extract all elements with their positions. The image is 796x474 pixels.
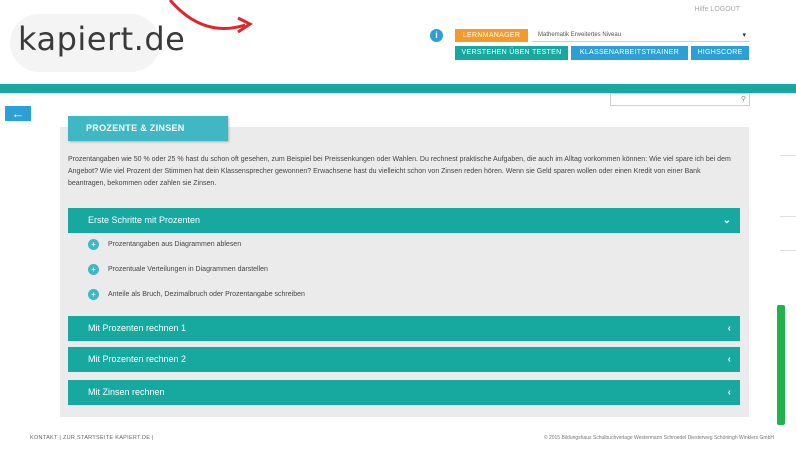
search-icon[interactable]: ⚲ [741,95,746,103]
section-title: Mit Prozenten rechnen 2 [88,354,187,364]
nav-highscore[interactable]: HIGHSCORE [691,46,749,60]
top-links[interactable]: Hilfe LOGOUT [694,6,740,13]
plus-circle-icon: + [88,289,99,300]
nav-klassenarbeitstrainer[interactable]: KLASSENARBEITSTRAINER [571,46,688,60]
section-header-prozente-rechnen-2[interactable]: Mit Prozenten rechnen 2 ‹ [68,347,740,372]
search-input[interactable]: ⚲ [610,93,750,106]
section-header-prozente-rechnen-1[interactable]: Mit Prozenten rechnen 1 ‹ [68,316,740,341]
list-item-label: Anteile als Bruch, Dezimalbruch oder Pro… [108,291,305,298]
list-item-label: Prozentuale Verteilungen in Diagrammen d… [108,266,268,273]
level-select[interactable]: Mathematik Erweitertes Niveau ▾ [532,29,750,42]
topic-intro: Prozentangaben wie 50 % oder 25 % hast d… [68,156,731,187]
header-band [0,84,796,93]
divider [780,216,796,217]
section-title: Erste Schritte mit Prozenten [88,215,201,225]
lernmanager-button[interactable]: LERNMANAGER [455,29,528,42]
plus-circle-icon: + [88,239,99,250]
chevron-left-icon: ‹ [727,323,731,334]
plus-circle-icon: + [88,264,99,275]
red-arrow-decoration [168,0,253,34]
footer-copyright: © 2015 Bildungshaus Schulbuchverlage Wes… [543,435,774,441]
chevron-down-icon: ⌄ [722,215,731,226]
section-header-erste-schritte[interactable]: Erste Schritte mit Prozenten ⌄ [68,208,740,233]
section-title: Mit Prozenten rechnen 1 [88,323,187,333]
section-header-zinsen[interactable]: Mit Zinsen rechnen ‹ [68,380,740,405]
info-icon[interactable]: i [430,29,443,42]
level-select-value: Mathematik Erweitertes Niveau [538,32,622,38]
divider [780,250,796,251]
chevron-left-icon: ‹ [727,354,731,365]
section-title: Mit Zinsen rechnen [88,387,165,397]
nav-verstehen-ueben-testen[interactable]: VERSTEHEN ÜBEN TESTEN [455,46,568,60]
divider [780,155,796,156]
chevron-down-icon: ▾ [742,32,746,39]
chevron-left-icon: ‹ [727,387,731,398]
back-arrow-icon[interactable]: ← [5,106,31,121]
list-item-label: Prozentangaben aus Diagrammen ablesen [108,241,242,248]
footer-links[interactable]: KONTAKT | ZUR STARTSEITE KAPIERT.DE | [30,435,154,441]
progress-sidebar [777,305,785,425]
topic-title: PROZENTE & ZINSEN [68,116,228,141]
